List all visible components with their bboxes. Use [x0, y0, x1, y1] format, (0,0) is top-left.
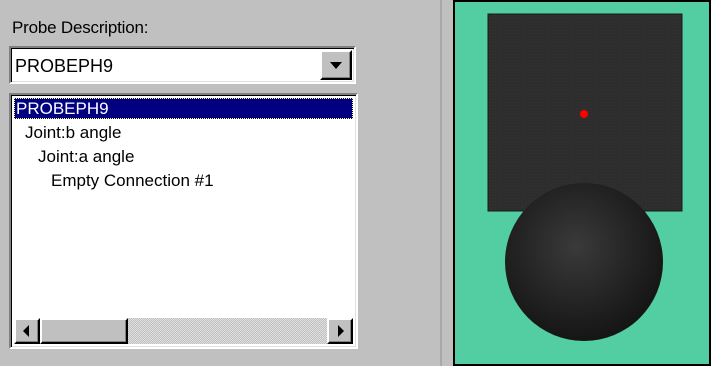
- probe-tree-view[interactable]: PROBEPH9 Joint:b angle Joint:a angle Emp…: [9, 93, 358, 349]
- probe-description-value: PROBEPH9: [15, 56, 114, 76]
- tree-item-joint-a-angle[interactable]: Joint:a angle: [38, 146, 134, 167]
- probe-center-marker: [580, 110, 588, 118]
- scroll-left-button[interactable]: [14, 318, 40, 344]
- tree-item-joint-b-angle[interactable]: Joint:b angle: [25, 122, 121, 143]
- probe-description-dropdown[interactable]: PROBEPH9: [9, 46, 356, 84]
- probe-3d-preview: [453, 0, 711, 366]
- tree-item-probeph9[interactable]: PROBEPH9: [14, 98, 353, 119]
- scroll-right-button[interactable]: [327, 318, 353, 344]
- arrow-left-icon: [23, 325, 29, 337]
- scrollbar-thumb[interactable]: [40, 318, 128, 344]
- probe-description-label: Probe Description:: [12, 18, 149, 37]
- horizontal-scrollbar[interactable]: [14, 318, 353, 344]
- probe-sphere: [505, 183, 663, 341]
- dropdown-arrow-button[interactable]: [320, 50, 352, 80]
- tree-item-empty-connection[interactable]: Empty Connection #1: [51, 170, 214, 191]
- arrow-right-icon: [338, 325, 344, 337]
- panel-divider: [440, 0, 442, 366]
- chevron-down-icon: [330, 62, 342, 69]
